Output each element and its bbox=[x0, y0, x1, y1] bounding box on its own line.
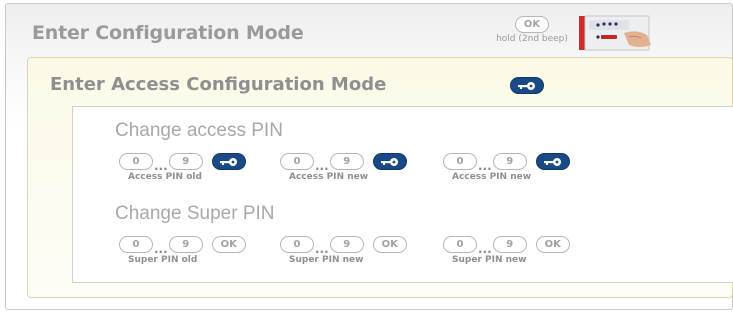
super-pin-new-combo: 0 ... 9 OK Super PIN new bbox=[280, 236, 450, 272]
ok-key[interactable]: OK bbox=[372, 236, 407, 253]
ok-hold-instruction: OK hold (2nd beep) bbox=[492, 16, 572, 44]
super-pin-new-label: Super PIN new bbox=[452, 255, 527, 265]
page-title: Enter Configuration Mode bbox=[32, 22, 304, 44]
digit-key-0[interactable]: 0 bbox=[280, 153, 314, 170]
ellipsis: ... bbox=[315, 242, 329, 256]
digit-key-0[interactable]: 0 bbox=[119, 153, 153, 170]
access-pin-new-label: Access PIN new bbox=[289, 172, 369, 182]
digit-key-9[interactable]: 9 bbox=[329, 236, 364, 253]
ellipsis: ... bbox=[478, 242, 492, 256]
access-pin-confirm-combo: 0 ... 9 Access PIN new bbox=[443, 153, 613, 189]
pin-change-panel: Change access PIN 0 ... 9 Access PIN old… bbox=[72, 106, 733, 283]
super-pin-old-combo: 0 ... 9 OK Super PIN old bbox=[119, 236, 289, 272]
super-pin-old-label: Super PIN old bbox=[128, 255, 198, 265]
digit-key-9[interactable]: 9 bbox=[168, 236, 203, 253]
ellipsis: ... bbox=[154, 242, 168, 256]
digit-key-0[interactable]: 0 bbox=[443, 236, 477, 253]
ellipsis: ... bbox=[154, 159, 168, 173]
key-icon[interactable] bbox=[372, 153, 407, 170]
access-mode-title: Enter Access Configuration Mode bbox=[50, 74, 387, 95]
change-super-pin-title: Change Super PIN bbox=[115, 203, 275, 224]
access-pin-new-combo: 0 ... 9 Access PIN new bbox=[280, 153, 450, 189]
change-access-pin-title: Change access PIN bbox=[115, 120, 283, 141]
access-configuration-panel: Enter Access Configuration Mode Change a… bbox=[27, 57, 733, 298]
access-pin-old-label: Access PIN old bbox=[128, 172, 202, 182]
digit-key-0[interactable]: 0 bbox=[443, 153, 477, 170]
ellipsis: ... bbox=[315, 159, 329, 173]
ok-key[interactable]: OK bbox=[535, 236, 570, 253]
digit-key-0[interactable]: 0 bbox=[280, 236, 314, 253]
keypad-device-icon bbox=[579, 15, 651, 51]
super-pin-confirm-combo: 0 ... 9 OK Super PIN new bbox=[443, 236, 613, 272]
digit-key-0[interactable]: 0 bbox=[119, 236, 153, 253]
key-icon[interactable] bbox=[535, 153, 570, 170]
key-icon[interactable] bbox=[211, 153, 246, 170]
ok-key[interactable]: OK bbox=[515, 16, 549, 33]
key-icon[interactable] bbox=[510, 77, 544, 94]
digit-key-9[interactable]: 9 bbox=[492, 236, 527, 253]
digit-key-9[interactable]: 9 bbox=[492, 153, 527, 170]
access-pin-new-label: Access PIN new bbox=[452, 172, 532, 182]
super-pin-new-label: Super PIN new bbox=[289, 255, 364, 265]
ok-key[interactable]: OK bbox=[211, 236, 246, 253]
access-pin-old-combo: 0 ... 9 Access PIN old bbox=[119, 153, 289, 189]
digit-key-9[interactable]: 9 bbox=[329, 153, 364, 170]
digit-key-9[interactable]: 9 bbox=[168, 153, 203, 170]
ok-hold-caption: hold (2nd beep) bbox=[496, 34, 568, 44]
ellipsis: ... bbox=[478, 159, 492, 173]
